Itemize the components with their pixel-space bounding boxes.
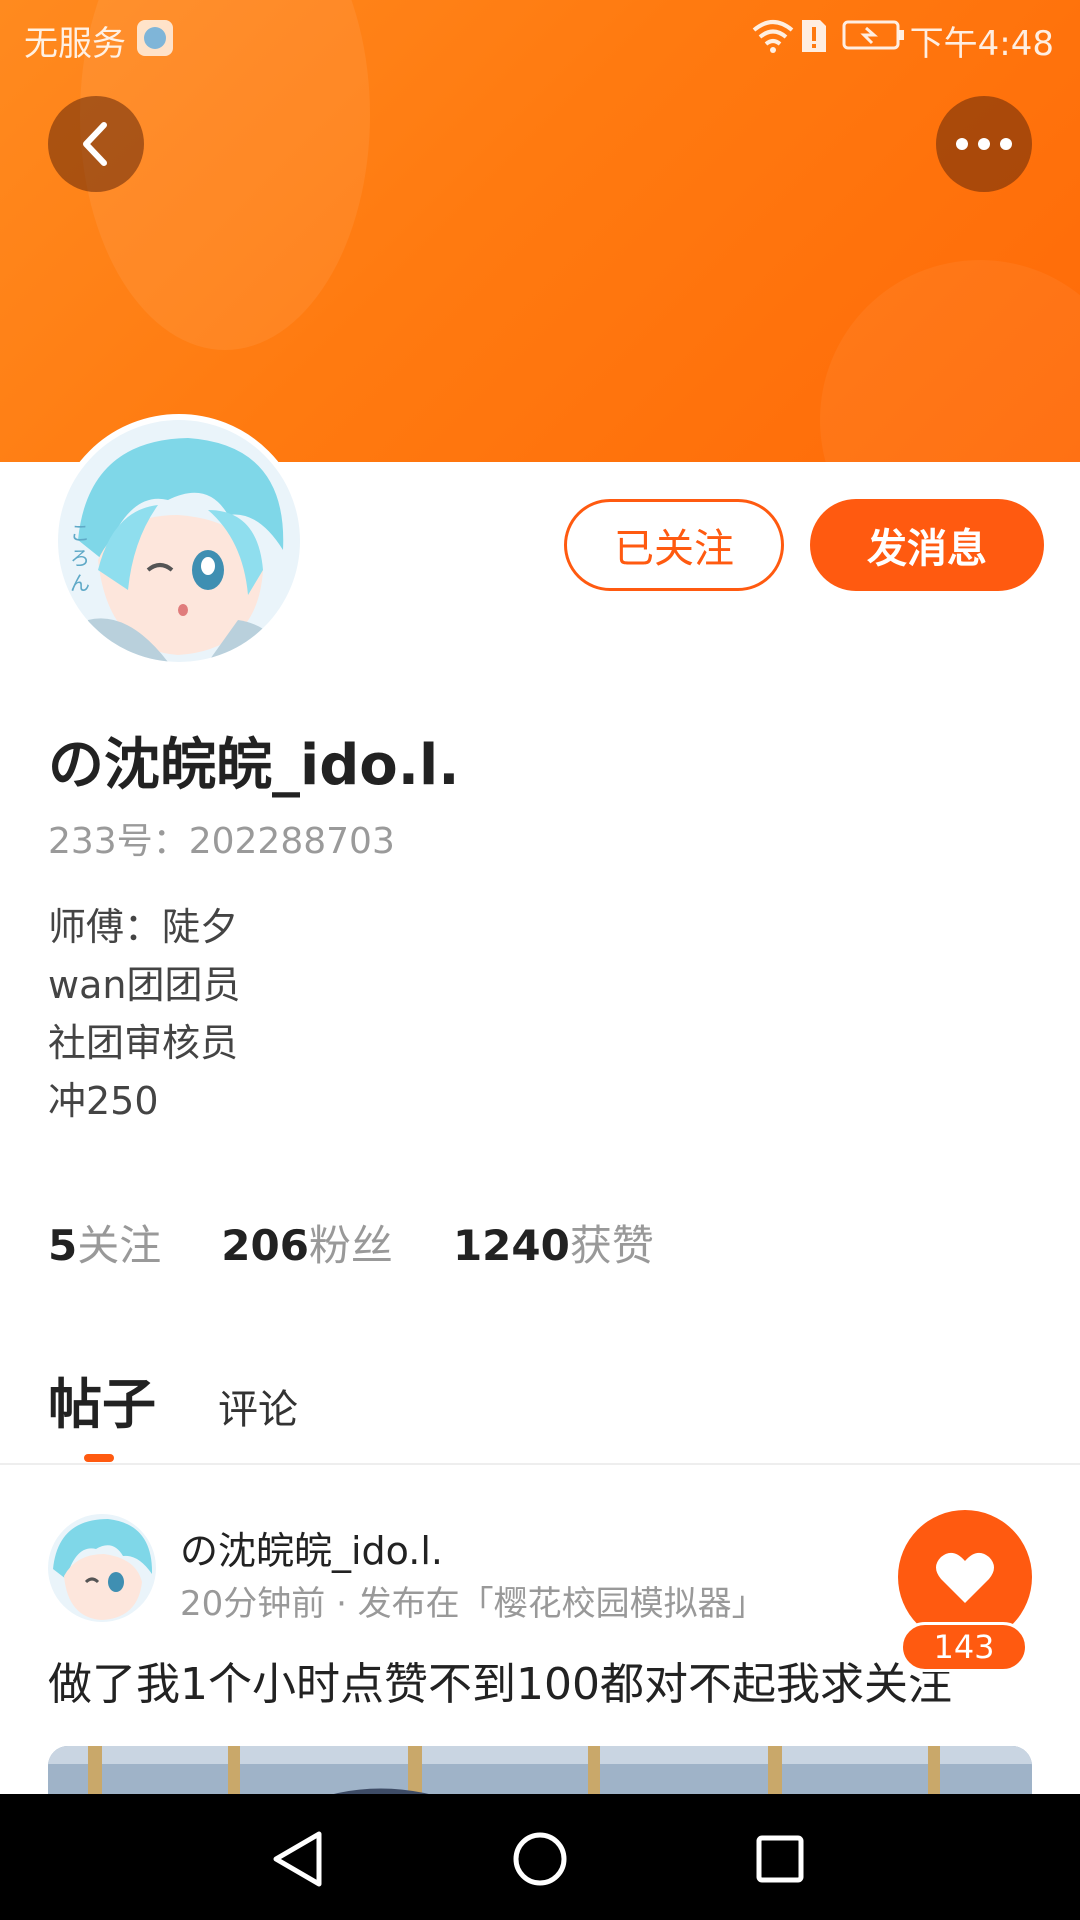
tab-posts[interactable]: 帖子: [48, 1360, 156, 1439]
post-author-avatar[interactable]: [48, 1514, 156, 1622]
status-bar: 无服务 下午4:48: [0, 0, 1080, 74]
content-tabs: 帖子 评论: [48, 1360, 298, 1439]
profile-bio: 师傅：陡夕 wan团团员 社团审核员 冲250: [48, 898, 240, 1130]
more-dots-icon: [956, 138, 1012, 150]
avatar-illustration: こ ろ ん: [58, 420, 300, 662]
clock-text: 下午4:48: [909, 24, 1054, 64]
svg-text:ろ: ろ: [70, 546, 90, 570]
triangle-back-icon[interactable]: [264, 1824, 334, 1894]
profile-page: 无服务 下午4:48 こ ろ ん 已关注 发消息 の沈皖皖_ido.l. 233…: [0, 0, 1080, 1920]
stat-following[interactable]: 5关注: [48, 1212, 161, 1273]
bio-line: wan团团员: [48, 963, 241, 1007]
stat-likes-label: 获赞: [569, 1221, 654, 1270]
system-nav-bar: [0, 1794, 1080, 1920]
carrier-text: 无服务: [24, 24, 126, 64]
tab-comments[interactable]: 评论: [218, 1377, 298, 1439]
stat-fans-count: 206: [221, 1221, 309, 1270]
user-id-value: 202288703: [188, 821, 395, 862]
user-id-label: 233号：: [48, 821, 189, 862]
tab-indicator: [84, 1454, 114, 1462]
tab-divider: [0, 1463, 1080, 1465]
bio-line: 社团审核员: [48, 1021, 239, 1065]
svg-text:こ: こ: [70, 521, 90, 545]
bio-line: 冲250: [48, 1079, 159, 1123]
chevron-left-icon: [83, 122, 107, 166]
heart-icon: [936, 1552, 994, 1603]
wifi-icon: [752, 20, 794, 53]
stat-fans[interactable]: 206粉丝: [221, 1212, 393, 1273]
user-id: 233号：202288703: [48, 812, 395, 864]
stat-following-label: 关注: [77, 1221, 162, 1270]
profile-avatar[interactable]: こ ろ ん: [52, 414, 306, 668]
stat-likes-count: 1240: [452, 1221, 570, 1270]
like-count-badge: 143: [900, 1622, 1028, 1672]
back-button[interactable]: [48, 96, 144, 192]
circle-home-icon[interactable]: [505, 1824, 575, 1894]
post-avatar-illustration: [48, 1514, 156, 1622]
battery-charging-icon: [842, 20, 904, 50]
stat-fans-label: 粉丝: [308, 1221, 393, 1270]
more-button[interactable]: [936, 96, 1032, 192]
bio-line: 师傅：陡夕: [48, 905, 239, 949]
send-message-button[interactable]: 发消息: [810, 499, 1044, 591]
sim-alert-icon: [802, 20, 826, 52]
svg-text:ん: ん: [70, 571, 90, 595]
square-recent-icon[interactable]: [745, 1824, 815, 1894]
profile-username: の沈皖皖_ido.l.: [48, 733, 460, 798]
post-meta: 20分钟前 · 发布在「樱花校园模拟器」: [180, 1584, 766, 1624]
following-button[interactable]: 已关注: [564, 499, 784, 591]
app-notification-icon: [137, 20, 173, 56]
stat-following-count: 5: [48, 1221, 78, 1270]
profile-stats: 5关注 206粉丝 1240获赞: [48, 1212, 714, 1273]
post-author-name[interactable]: の沈皖皖_ido.l.: [180, 1520, 443, 1575]
stat-likes[interactable]: 1240获赞: [453, 1212, 654, 1273]
post-text[interactable]: 做了我1个小时点赞不到100都对不起我求关注: [48, 1648, 1048, 1712]
